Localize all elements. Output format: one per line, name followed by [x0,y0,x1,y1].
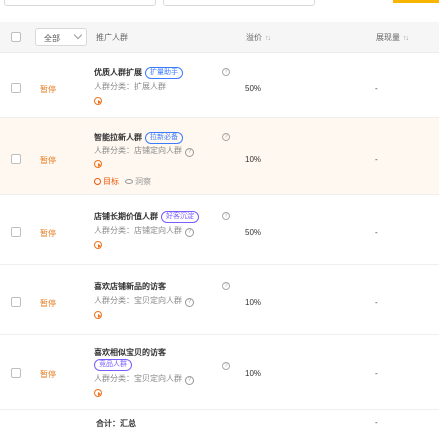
chevron-down-icon [73,30,83,40]
crowd-name-text: 优质人群扩展 [94,68,142,77]
column-header-display-label: 展现量 [376,33,400,42]
crowd-name-text: 喜欢相似宝贝的访客 [94,348,166,357]
column-header-display[interactable]: 展现量 ↑↓ [376,32,409,43]
crowd-tag: 拉新必备 [145,132,183,144]
table-row[interactable]: 暂停 喜欢相似宝贝的访客 竞品人群 人群分类：宝贝定向人群? ? 10% - [0,335,439,410]
play-icon[interactable] [94,389,102,397]
question-icon[interactable]: ? [185,298,194,307]
crowd-name-text: 店铺长期价值人群 [94,212,158,221]
row-checkbox[interactable] [11,297,21,307]
top-filter-box-2[interactable] [163,0,315,6]
row-checkbox[interactable] [11,368,21,378]
question-icon[interactable]: ? [185,148,194,157]
crowd-category-text: 人群分类：店铺定向人群 [94,146,182,155]
crowd-category: 人群分类：宝贝定向人群? [94,295,194,307]
play-icon[interactable] [94,241,102,249]
sort-icon[interactable]: ↑↓ [265,35,271,42]
target-link[interactable]: 目标 [94,177,119,186]
table-row[interactable]: 暂停 智能拉新人群 拉新必备 人群分类：店铺定向人群? 目标 洞察 ? 10% - [0,118,439,195]
crowd-name: 喜欢相似宝贝的访客 [94,347,166,358]
status-badge[interactable]: 暂停 [40,298,56,309]
observe-link-label: 洞察 [135,177,151,186]
row-checkbox[interactable] [11,154,21,164]
help-icon[interactable]: ? [222,212,230,220]
sort-icon[interactable]: ↑↓ [403,35,409,42]
premium-value[interactable]: 10% [245,155,261,164]
table-row[interactable]: 暂停 喜欢店铺新品的访客 人群分类：宝贝定向人群? ? 10% - [0,265,439,335]
crowd-name-text: 喜欢店铺新品的访客 [94,282,166,291]
help-icon[interactable]: ? [222,282,230,290]
display-value: - [375,84,378,93]
help-icon[interactable]: ? [222,362,230,370]
crowd-name: 智能拉新人群 拉新必备 [94,132,183,144]
crowd-name: 店铺长期价值人群 好客沉淀 [94,211,199,223]
crowd-name: 优质人群扩展 扩量助手 [94,67,183,79]
display-value: - [375,298,378,307]
status-badge[interactable]: 暂停 [40,84,56,95]
help-icon[interactable]: ? [222,68,230,76]
table-row[interactable]: 暂停 店铺长期价值人群 好客沉淀 人群分类：店铺定向人群? ? 50% - [0,195,439,265]
premium-value[interactable]: 10% [245,298,261,307]
crowd-category: 人群分类：宝贝定向人群? [94,373,194,385]
question-icon[interactable]: ? [185,376,194,385]
help-icon[interactable]: ? [222,133,230,141]
crowd-category: 人群分类：店铺定向人群? [94,225,194,237]
play-icon[interactable] [94,97,102,105]
column-header-premium[interactable]: 溢价 ↑↓ [246,32,271,43]
eye-icon [125,179,133,184]
column-header-premium-label: 溢价 [246,33,262,42]
status-badge[interactable]: 暂停 [40,155,56,166]
crowd-tag: 竞品人群 [94,359,132,371]
crowd-category: 人群分类：店铺定向人群? [94,145,194,157]
question-icon[interactable]: ? [185,228,194,237]
premium-value[interactable]: 10% [245,369,261,378]
status-filter-value: 全部 [44,34,60,43]
table-header: 全部 推广人群 溢价 ↑↓ 展现量 ↑↓ [0,22,439,53]
column-header-name: 推广人群 [96,32,128,43]
select-all-checkbox[interactable] [11,32,21,42]
crowd-name-text: 智能拉新人群 [94,133,142,142]
column-header-name-label: 推广人群 [96,33,128,42]
row-checkbox[interactable] [11,227,21,237]
status-filter-select[interactable]: 全部 [35,28,87,46]
status-badge[interactable]: 暂停 [40,369,56,380]
premium-value[interactable]: 50% [245,228,261,237]
display-value: - [375,228,378,237]
accent-button-edge[interactable] [393,0,439,3]
target-link-label: 目标 [103,177,119,186]
total-row: 合计：汇总 - [0,410,439,437]
crowd-name: 喜欢店铺新品的访客 [94,281,166,292]
top-toolbar [0,0,439,6]
premium-value[interactable]: 50% [245,84,261,93]
crowd-tag-line: 竞品人群 [94,359,132,371]
crowd-tag: 扩量助手 [145,67,183,79]
table-row[interactable]: 暂停 优质人群扩展 扩量助手 人群分类：扩展人群 ? 50% - [0,53,439,118]
crowd-category-text: 人群分类：店铺定向人群 [94,226,182,235]
target-icon [94,178,101,185]
status-badge[interactable]: 暂停 [40,228,56,239]
row-checkbox[interactable] [11,83,21,93]
display-value: - [375,155,378,164]
top-filter-box-1[interactable] [4,0,156,6]
crowd-category-text: 人群分类：宝贝定向人群 [94,296,182,305]
play-icon[interactable] [94,311,102,319]
display-value: - [375,369,378,378]
row-actions: 目标 洞察 [94,176,151,187]
total-display-value: - [375,418,378,427]
crowd-category: 人群分类：扩展人群 [94,82,166,91]
play-icon[interactable] [94,160,102,168]
observe-link[interactable]: 洞察 [125,177,151,186]
crowd-tag: 好客沉淀 [161,211,199,223]
total-label: 合计：汇总 [96,419,136,428]
crowd-category-text: 人群分类：宝贝定向人群 [94,374,182,383]
